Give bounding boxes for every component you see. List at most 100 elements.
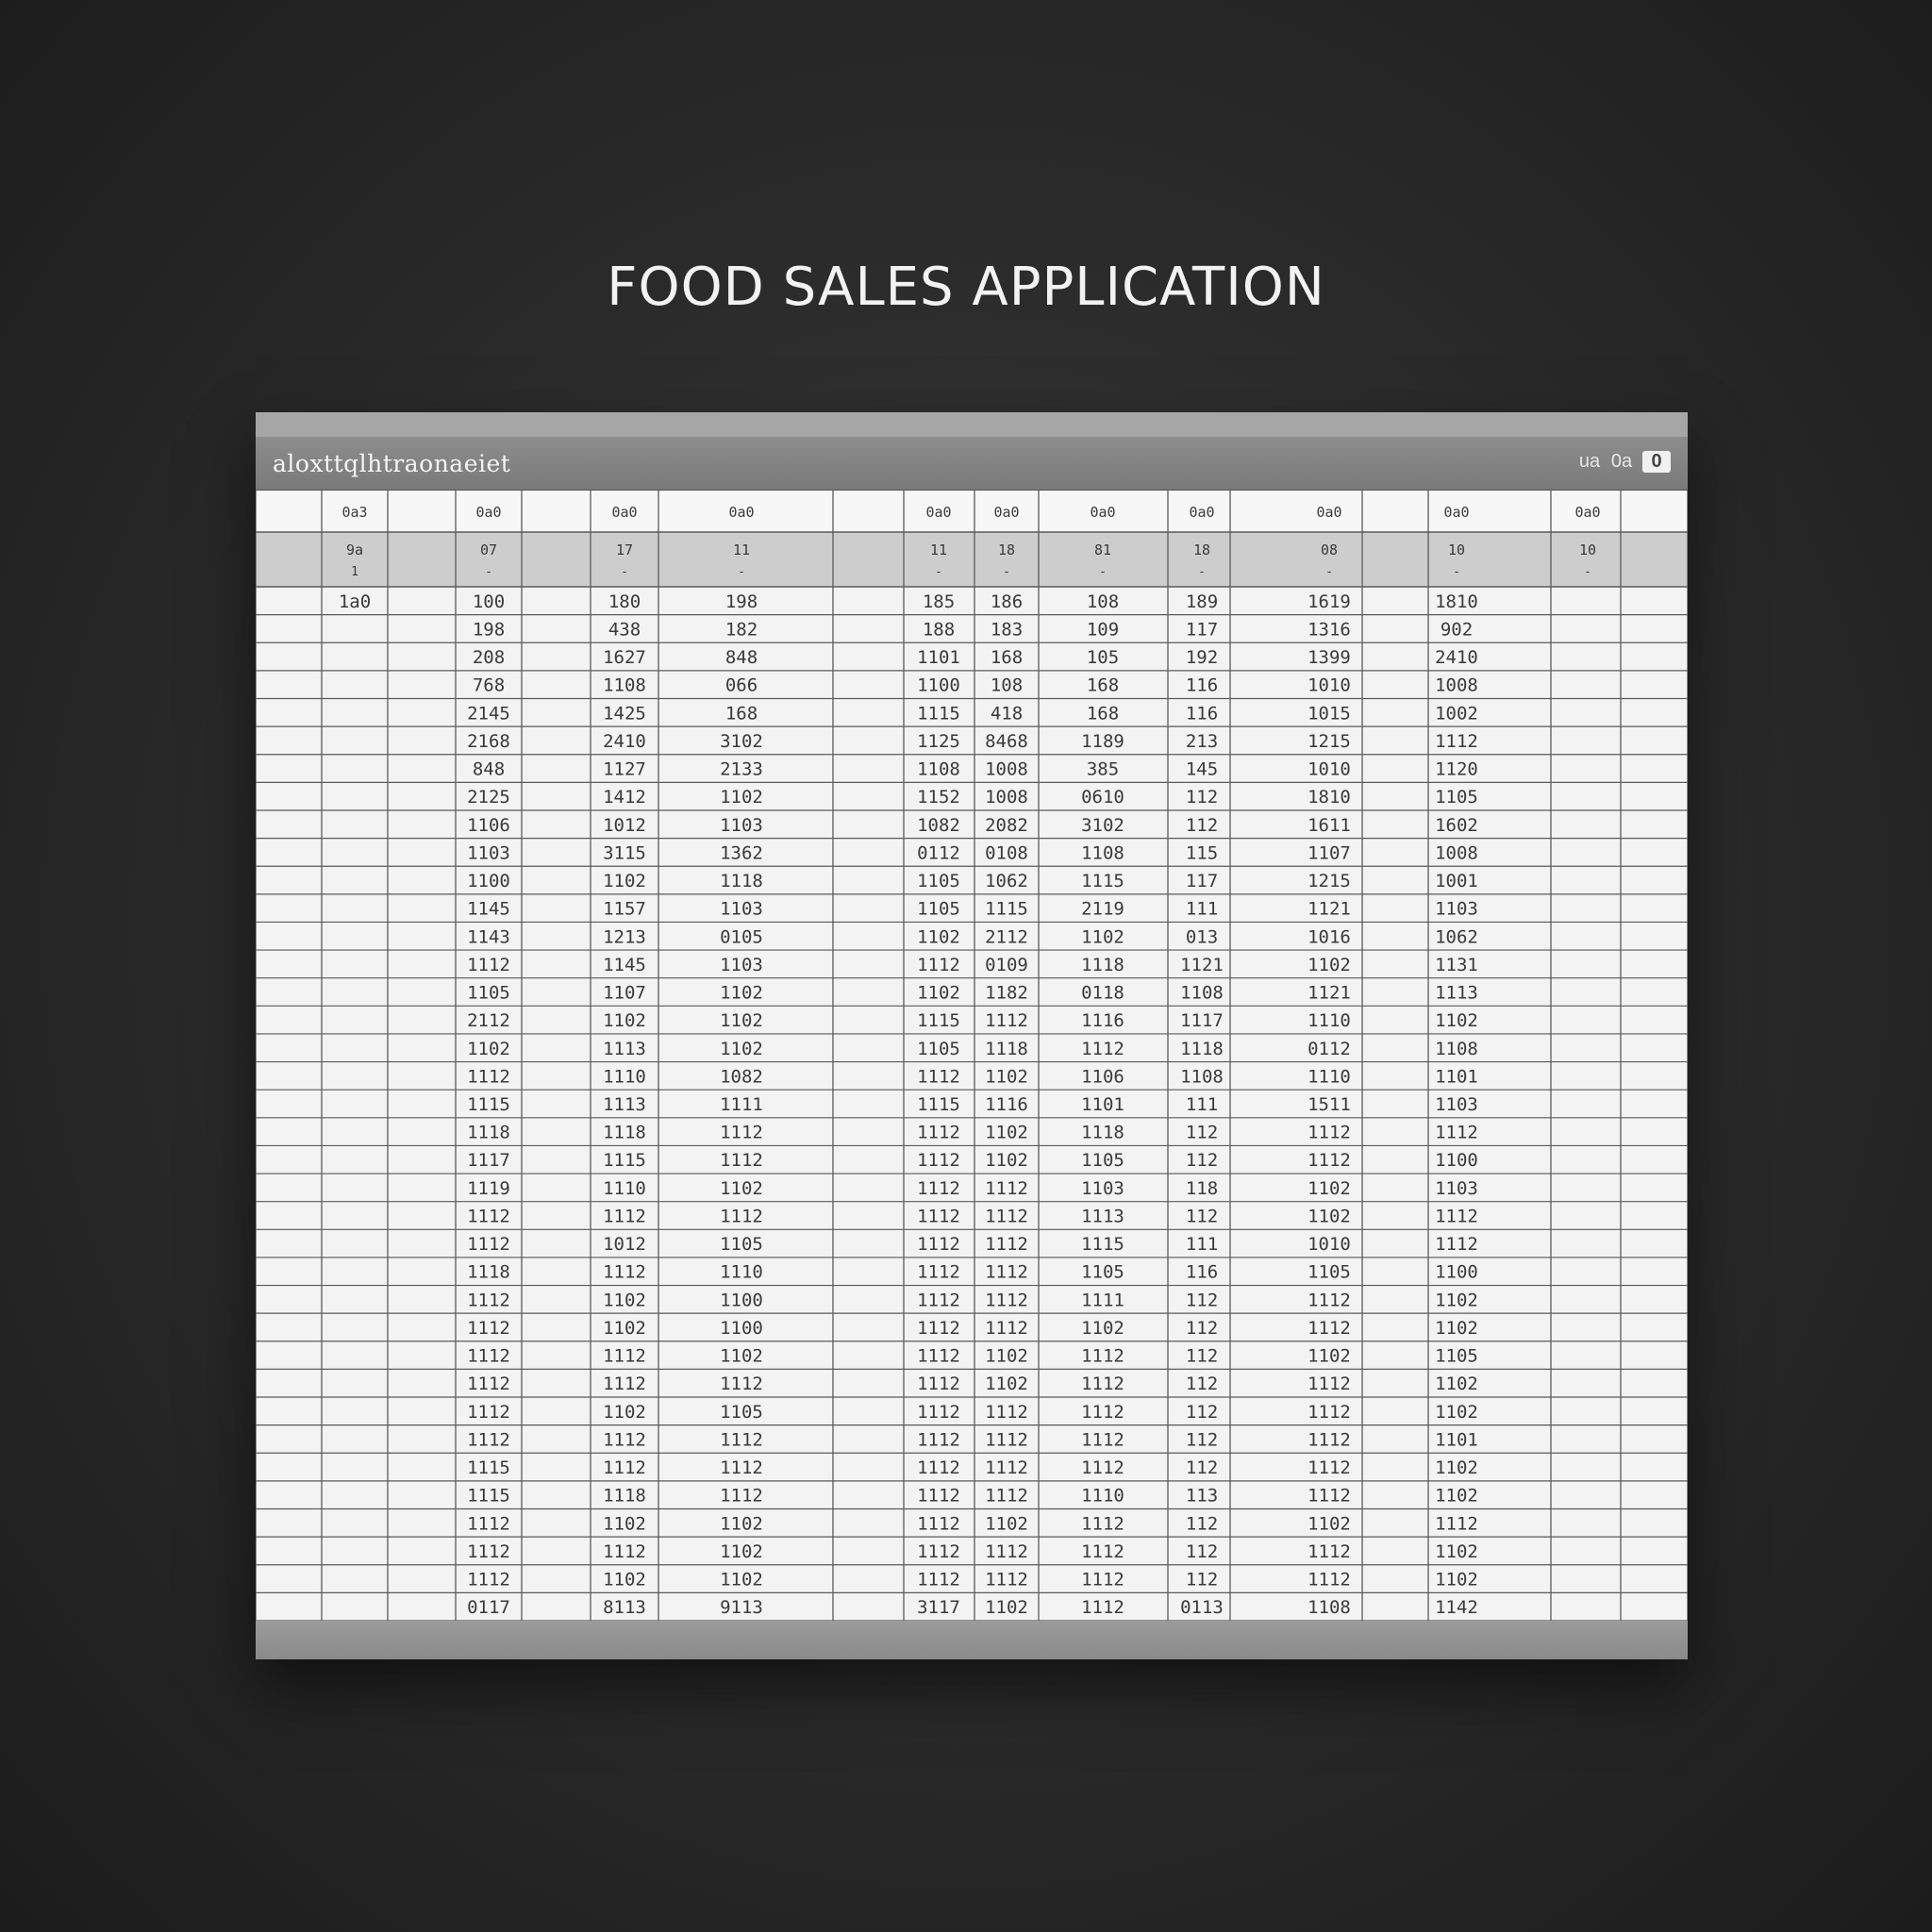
- table-cell[interactable]: 902: [1441, 619, 1473, 640]
- table-cell[interactable]: 1112: [985, 1486, 1028, 1507]
- table-cell[interactable]: 117: [1186, 619, 1218, 640]
- table-cell[interactable]: 1112: [720, 1123, 763, 1143]
- table-cell[interactable]: 1102: [603, 871, 646, 891]
- table-cell[interactable]: 1111: [720, 1094, 763, 1115]
- table-cell[interactable]: 1112: [985, 1541, 1028, 1562]
- table-cell[interactable]: 1101: [1081, 1094, 1124, 1115]
- table-cell[interactable]: 1102: [720, 983, 763, 1004]
- table-cell[interactable]: 1102: [720, 1513, 763, 1534]
- table-cell[interactable]: 213: [1186, 731, 1218, 752]
- table-cell[interactable]: 1010: [1307, 759, 1351, 780]
- table-cell[interactable]: 1008: [1435, 842, 1478, 863]
- table-cell[interactable]: 1108: [1180, 983, 1224, 1004]
- table-cell[interactable]: 1113: [603, 1039, 646, 1059]
- table-cell[interactable]: 1112: [917, 1206, 960, 1226]
- table-cell[interactable]: 1102: [1435, 1541, 1478, 1562]
- table-cell[interactable]: 1102: [985, 1150, 1028, 1171]
- table-cell[interactable]: 1105: [1435, 1346, 1478, 1367]
- table-cell[interactable]: 1101: [1435, 1429, 1478, 1450]
- table-cell[interactable]: 1112: [1307, 1318, 1351, 1339]
- table-cell[interactable]: 1105: [917, 871, 960, 891]
- table-cell[interactable]: 1001: [1435, 871, 1478, 891]
- table-cell[interactable]: 1102: [603, 1290, 646, 1310]
- column-header[interactable]: 0a0: [1443, 504, 1469, 521]
- table-cell[interactable]: 1112: [1307, 1123, 1351, 1143]
- close-button[interactable]: 0: [1642, 451, 1671, 473]
- table-cell[interactable]: 1362: [720, 842, 763, 863]
- table-cell[interactable]: 108: [1087, 591, 1119, 612]
- table-cell[interactable]: 1a0: [339, 591, 371, 612]
- table-cell[interactable]: 9113: [720, 1597, 763, 1618]
- table-cell[interactable]: 1611: [1307, 815, 1351, 836]
- table-cell[interactable]: 1127: [603, 759, 646, 780]
- table-cell[interactable]: 1102: [1435, 1570, 1478, 1591]
- table-cell[interactable]: 1112: [1081, 1597, 1124, 1618]
- table-cell[interactable]: 1112: [1435, 1206, 1478, 1226]
- table-cell[interactable]: 1103: [1435, 1178, 1478, 1199]
- table-cell[interactable]: 1112: [467, 1402, 510, 1423]
- table-cell[interactable]: 1110: [603, 1178, 646, 1199]
- table-cell[interactable]: 1082: [720, 1066, 763, 1087]
- table-cell[interactable]: 1062: [1435, 926, 1478, 947]
- table-cell[interactable]: 1102: [1307, 1206, 1351, 1226]
- minimize-button[interactable]: ua: [1578, 451, 1601, 473]
- table-cell[interactable]: 1412: [603, 787, 646, 808]
- column-header[interactable]: 0a0: [925, 504, 951, 521]
- table-cell[interactable]: 1121: [1307, 899, 1351, 920]
- table-cell[interactable]: 1118: [985, 1039, 1028, 1059]
- table-cell[interactable]: 1112: [467, 1318, 510, 1339]
- table-cell[interactable]: 848: [725, 647, 758, 668]
- table-cell[interactable]: 1117: [1180, 1010, 1224, 1031]
- table-cell[interactable]: 438: [608, 619, 641, 640]
- table-cell[interactable]: 1115: [1081, 871, 1124, 891]
- table-cell[interactable]: 1102: [1081, 926, 1124, 947]
- table-cell[interactable]: 1112: [985, 1429, 1028, 1450]
- table-cell[interactable]: 1110: [720, 1262, 763, 1283]
- table-cell[interactable]: 1120: [1435, 759, 1478, 780]
- table-cell[interactable]: 1112: [720, 1429, 763, 1450]
- table-cell[interactable]: 1101: [917, 647, 960, 668]
- table-cell[interactable]: 1112: [985, 1206, 1028, 1226]
- table-cell[interactable]: 1125: [917, 731, 960, 752]
- table-cell[interactable]: 109: [1087, 619, 1119, 640]
- table-cell[interactable]: 1112: [1081, 1513, 1124, 1534]
- table-cell[interactable]: 1145: [603, 955, 646, 975]
- table-cell[interactable]: 1102: [720, 1570, 763, 1591]
- table-cell[interactable]: 0113: [1180, 1597, 1224, 1618]
- table-cell[interactable]: 1105: [1081, 1262, 1124, 1283]
- table-cell[interactable]: 1016: [1307, 926, 1351, 947]
- table-cell[interactable]: 1215: [1307, 871, 1351, 891]
- table-cell[interactable]: 1102: [720, 787, 763, 808]
- table-cell[interactable]: 1105: [1435, 787, 1478, 808]
- table-cell[interactable]: 112: [1186, 1374, 1218, 1394]
- table-cell[interactable]: 112: [1186, 1290, 1218, 1310]
- table-cell[interactable]: 168: [725, 703, 758, 724]
- table-cell[interactable]: 1112: [917, 955, 960, 975]
- table-cell[interactable]: 1100: [1435, 1150, 1478, 1171]
- column-header[interactable]: 0a0: [993, 504, 1019, 521]
- table-cell[interactable]: 0108: [985, 842, 1028, 863]
- table-cell[interactable]: 418: [991, 703, 1023, 724]
- table-cell[interactable]: 1102: [1435, 1402, 1478, 1423]
- table-cell[interactable]: 188: [923, 619, 955, 640]
- table-cell[interactable]: 1105: [467, 983, 510, 1004]
- table-cell[interactable]: 1112: [467, 1206, 510, 1226]
- table-cell[interactable]: 1102: [1307, 1513, 1351, 1534]
- table-cell[interactable]: 1110: [1081, 1486, 1124, 1507]
- table-cell[interactable]: 1102: [603, 1318, 646, 1339]
- table-cell[interactable]: 1108: [1435, 1039, 1478, 1059]
- table-cell[interactable]: 180: [608, 591, 641, 612]
- table-cell[interactable]: 1112: [1435, 731, 1478, 752]
- table-cell[interactable]: 112: [1186, 1206, 1218, 1226]
- table-cell[interactable]: 1110: [603, 1066, 646, 1087]
- table-cell[interactable]: 1100: [720, 1318, 763, 1339]
- table-cell[interactable]: 1105: [1081, 1150, 1124, 1171]
- table-cell[interactable]: 1112: [603, 1541, 646, 1562]
- table-cell[interactable]: 1112: [603, 1206, 646, 1226]
- column-header[interactable]: 0a0: [1189, 504, 1214, 521]
- table-cell[interactable]: 112: [1186, 1318, 1218, 1339]
- table-cell[interactable]: 1115: [1081, 1234, 1124, 1255]
- table-cell[interactable]: 1112: [467, 1290, 510, 1310]
- table-cell[interactable]: 1112: [917, 1541, 960, 1562]
- table-cell[interactable]: 1145: [467, 899, 510, 920]
